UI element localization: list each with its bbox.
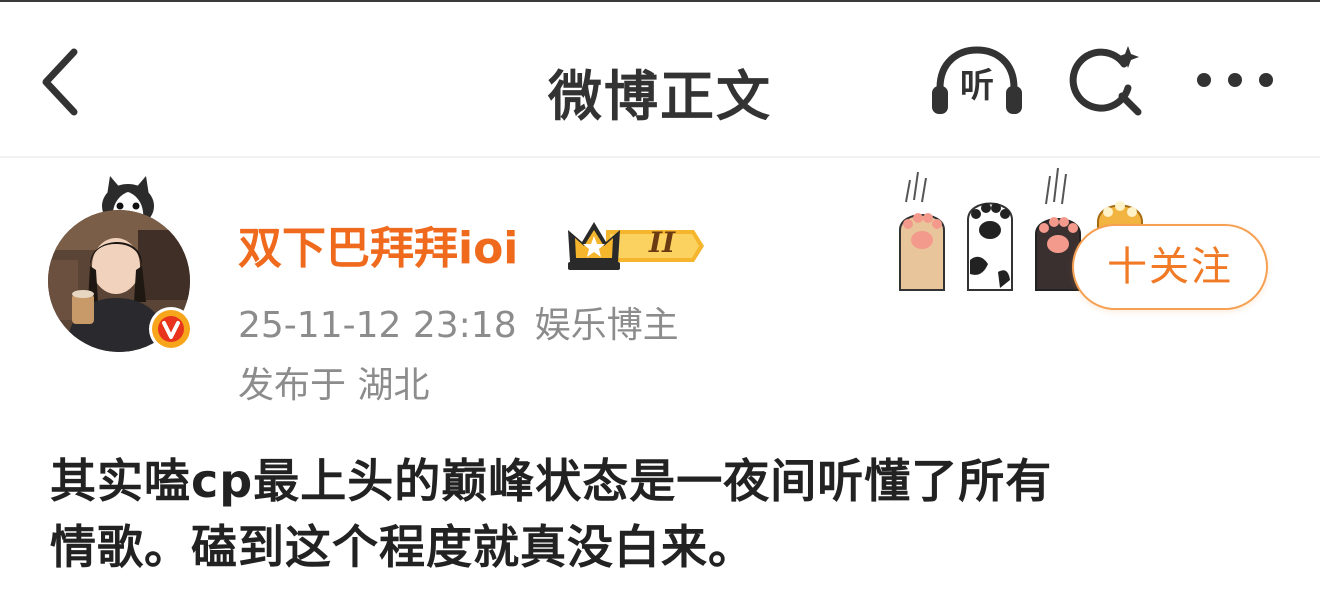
follow-button[interactable]: 十关注 [1072,224,1268,310]
chevron-left-icon [42,48,78,116]
top-navigation-bar: 微博正文 听 [0,0,1320,156]
post-content: 其实嗑cp最上头的巅峰状态是一夜间听懂了所有 情歌。磕到这个程度就真没白来。 [50,448,1290,580]
author-role: 娱乐博主 [534,305,679,346]
post-time: 25-11-12 23:18 [238,305,517,346]
listen-label: 听 [960,66,994,106]
author-avatar-block [44,172,204,362]
more-dots-icon [1197,73,1273,87]
more-options-button[interactable] [1190,56,1280,104]
post-text-line: 情歌。磕到这个程度就真没白来。 [50,520,755,574]
post-meta: 25-11-12 23:18 娱乐博主 [238,296,679,348]
search-icon [1069,46,1142,116]
follow-label: 十关注 [1107,244,1233,290]
member-level-badge[interactable]: II [566,218,704,274]
post-location: 发布于 湖北 [238,365,430,406]
page-title: 微博正文 [548,65,772,128]
member-level-text: II [648,226,676,259]
nav-divider [0,156,1320,158]
verified-badge-icon [149,307,193,351]
back-button[interactable] [30,44,94,120]
post-text-line: 其实嗑cp最上头的巅峰状态是一夜间听懂了所有 [50,454,1053,508]
search-button[interactable] [1066,42,1148,122]
listen-button[interactable]: 听 [928,44,1026,120]
author-name[interactable]: 双下巴拜拜ioi [238,212,518,276]
